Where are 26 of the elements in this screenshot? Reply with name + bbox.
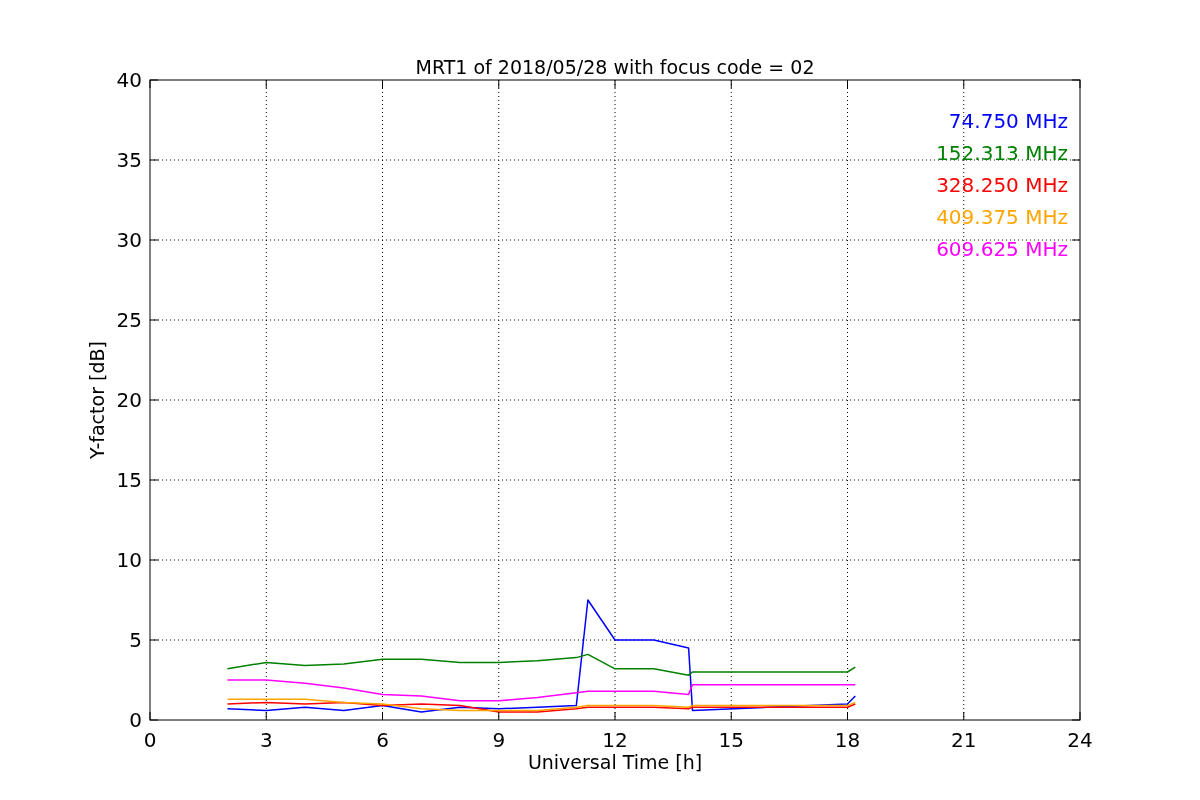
- tick-label: 0: [143, 728, 157, 752]
- legend-label: 74.750 MHz: [948, 109, 1068, 133]
- tick-label: 20: [116, 388, 142, 412]
- tick-label: 21: [951, 728, 977, 752]
- tick-label: 10: [116, 548, 142, 572]
- tick-label: 0: [129, 708, 142, 732]
- tick-label: 30: [116, 228, 142, 252]
- legend-label: 152.313 MHz: [936, 141, 1068, 165]
- legend-label: 328.250 MHz: [936, 173, 1068, 197]
- tick-label: 25: [116, 308, 142, 332]
- chart-title: MRT1 of 2018/05/28 with focus code = 02: [415, 56, 815, 78]
- tick-label: 24: [1067, 728, 1093, 752]
- tick-label: 3: [259, 728, 273, 752]
- tick-label: 35: [116, 148, 142, 172]
- tick-label: 40: [116, 68, 142, 92]
- legend-label: 409.375 MHz: [936, 205, 1068, 229]
- tick-label: 12: [602, 728, 628, 752]
- legend-label: 609.625 MHz: [936, 237, 1068, 261]
- tick-label: 6: [376, 728, 389, 752]
- x-axis-label: Universal Time [h]: [527, 751, 703, 773]
- tick-label: 9: [492, 728, 506, 752]
- y-axis-label: Y-factor [dB]: [86, 341, 108, 459]
- tick-label: 18: [834, 728, 861, 752]
- tick-label: 15: [116, 468, 142, 492]
- tick-label: 15: [718, 728, 744, 752]
- tick-label: 5: [129, 628, 142, 652]
